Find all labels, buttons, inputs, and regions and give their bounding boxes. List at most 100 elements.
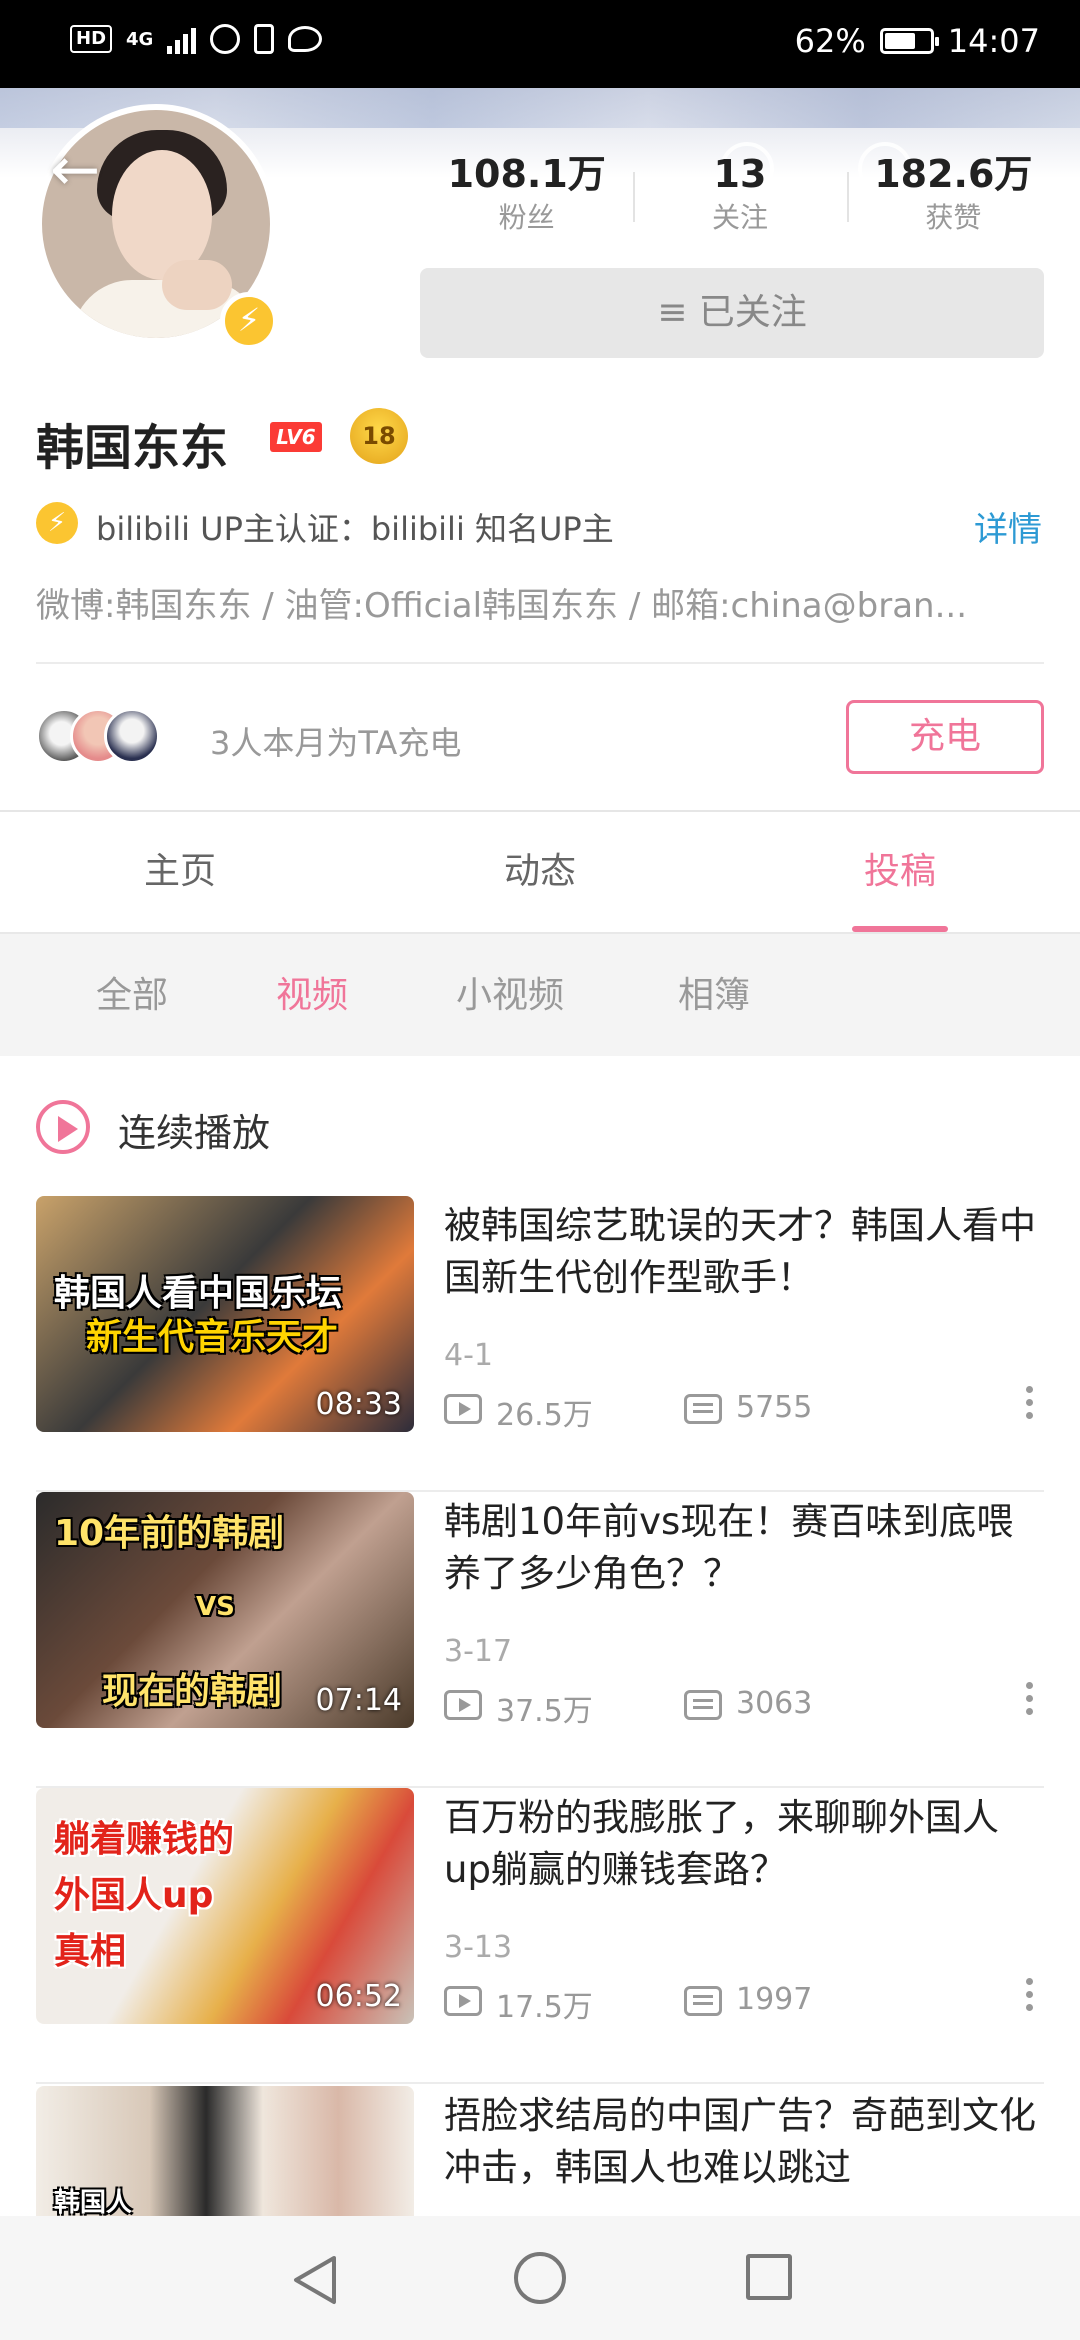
charge-text[interactable]: 3人本月为TA充电 [210,718,461,764]
alarm-icon [210,24,241,54]
video-thumbnail[interactable]: 韩国人看中国乐坛 新生代音乐天才 08:33 [36,1196,414,1432]
stat-value: 182.6万 [874,152,1033,196]
video-meta: 37.5万 3063 [444,1686,1044,1729]
avatar [104,708,160,764]
video-meta: 26.5万 5755 [444,1390,1044,1433]
play-icon [36,1100,90,1154]
status-icons-right: 62% 14:07 [795,22,1040,60]
thumbnail-caption: 真相 [54,1931,127,1972]
thumbnail-caption: 10年前的韩剧 [54,1513,285,1554]
video-title[interactable]: 百万粉的我膨胀了，来聊聊外国人up躺赢的赚钱套路？ [444,1792,1044,1896]
profile-tabs: 主页 动态 投稿 [0,812,1080,932]
charge-button[interactable]: 充电 [846,700,1044,774]
lightning-icon: ⚡ [220,292,278,350]
stat-value: 13 [713,152,767,196]
video-title[interactable]: 被韩国综艺耽误的天才？韩国人看中国新生代创作型歌手！ [444,1200,1044,1304]
certification-row: ⚡ bilibili UP主认证：bilibili 知名UP主 详情 [36,500,1046,550]
more-options-icon[interactable] [1014,1382,1044,1432]
charger-avatars[interactable] [36,708,196,764]
lightning-icon: ⚡ [36,502,78,544]
medal-icon[interactable]: 18 [350,408,408,464]
thumbnail-caption: VS [196,1592,235,1622]
stat-likes[interactable]: 182.6万 获赞 [846,150,1060,250]
danmaku-count: 3063 [736,1686,813,1721]
continuous-play-label: 连续播放 [118,1111,271,1155]
battery-fill [884,33,915,49]
more-options-icon[interactable] [1014,1974,1044,2024]
network-label: 4G [126,28,154,50]
video-thumbnail[interactable]: 10年前的韩剧 VS 现在的韩剧 07:14 [36,1492,414,1728]
more-options-icon[interactable] [1014,1678,1044,1728]
video-item[interactable]: 10年前的韩剧 VS 现在的韩剧 07:14 韩剧10年前vs现在！赛百味到底喂… [0,1492,1080,1788]
stat-following[interactable]: 13 关注 [633,150,846,250]
video-date: 3-13 [444,1930,513,1965]
certification-text: bilibili UP主认证：bilibili 知名UP主 [96,510,614,548]
nav-back-icon[interactable] [290,2254,340,2306]
status-bar: HD 4G 62% 14:07 [0,0,1080,88]
video-item[interactable]: 韩国人 捂脸求结局的中国广告？奇葩到文化冲击，韩国人也难以跳过 [0,2086,1080,2216]
system-nav-bar [0,2216,1080,2340]
video-duration: 07:14 [315,1683,402,1718]
avatar-hand [162,260,232,310]
nav-recent-icon[interactable] [746,2254,792,2300]
video-thumbnail[interactable]: 躺着赚钱的 外国人up 真相 06:52 [36,1788,414,2024]
subtab-album[interactable]: 相簿 [678,934,750,1058]
video-meta: 17.5万 1997 [444,1982,1044,2025]
play-count-icon [444,1690,482,1720]
divider [36,2082,1044,2084]
thumbnail-caption: 新生代音乐天才 [86,1317,339,1358]
video-item[interactable]: 韩国人看中国乐坛 新生代音乐天才 08:33 被韩国综艺耽误的天才？韩国人看中国… [0,1196,1080,1492]
danmaku-icon [684,1986,722,2016]
stat-value: 108.1万 [447,152,606,196]
video-item[interactable]: 躺着赚钱的 外国人up 真相 06:52 百万粉的我膨胀了，来聊聊外国人up躺赢… [0,1788,1080,2084]
play-count: 37.5万 [496,1694,593,1729]
stat-label: 粉丝 [498,201,555,234]
tab-home[interactable]: 主页 [0,812,360,932]
play-count: 17.5万 [496,1990,593,2025]
stat-label: 获赞 [925,201,982,234]
clock: 14:07 [947,22,1040,60]
video-duration: 08:33 [315,1387,402,1422]
signal-icon [167,24,197,54]
level-badge: LV6 [270,422,322,452]
play-count: 26.5万 [496,1398,593,1433]
video-title[interactable]: 捂脸求结局的中国广告？奇葩到文化冲击，韩国人也难以跳过 [444,2090,1044,2194]
divider [36,662,1044,664]
thumbnail-caption: 外国人up [54,1875,214,1916]
user-name: 韩国东东 [36,420,229,476]
video-thumbnail[interactable]: 韩国人 [36,2086,414,2216]
thumbnail-caption: 韩国人 [54,2188,133,2216]
battery-icon [879,28,939,54]
play-count-icon [444,1986,482,2016]
back-arrow-icon[interactable]: ← [50,140,120,210]
hd-icon: HD [70,25,113,53]
stat-label: 关注 [711,201,768,234]
video-title[interactable]: 韩剧10年前vs现在！赛百味到底喂养了多少角色？？ [444,1496,1044,1600]
profile-stats: 108.1万 粉丝 13 关注 182.6万 获赞 [420,150,1060,250]
danmaku-icon [684,1394,722,1424]
vibrate-icon [254,24,275,54]
subtab-short-video[interactable]: 小视频 [456,934,564,1058]
danmaku-count: 5755 [736,1390,813,1425]
wechat-icon [288,26,323,52]
upload-subtabs: 全部 视频 小视频 相簿 [0,932,1080,1056]
battery-percent: 62% [794,22,866,60]
video-date: 3-17 [444,1634,513,1669]
followed-button[interactable]: ≡ 已关注 [420,268,1044,358]
video-date: 4-1 [444,1338,493,1373]
subtab-all[interactable]: 全部 [96,934,168,1058]
thumbnail-caption: 现在的韩剧 [102,1671,283,1712]
tab-dynamics[interactable]: 动态 [360,812,720,932]
thumbnail-caption: 躺着赚钱的 [54,1819,235,1860]
danmaku-icon [684,1690,722,1720]
nav-home-icon[interactable] [514,2252,566,2304]
stat-fans[interactable]: 108.1万 粉丝 [420,150,633,250]
video-duration: 06:52 [315,1979,402,2014]
signature[interactable]: 微博:韩国东东 / 油管:Official韩国东东 / 邮箱:china@bra… [36,578,1046,627]
details-link[interactable]: 详情 [974,502,1042,551]
tab-uploads[interactable]: 投稿 [720,812,1080,932]
status-icons-left: HD 4G [70,24,323,54]
danmaku-count: 1997 [736,1982,813,2017]
subtab-video[interactable]: 视频 [276,934,348,1058]
play-count-icon [444,1394,482,1424]
